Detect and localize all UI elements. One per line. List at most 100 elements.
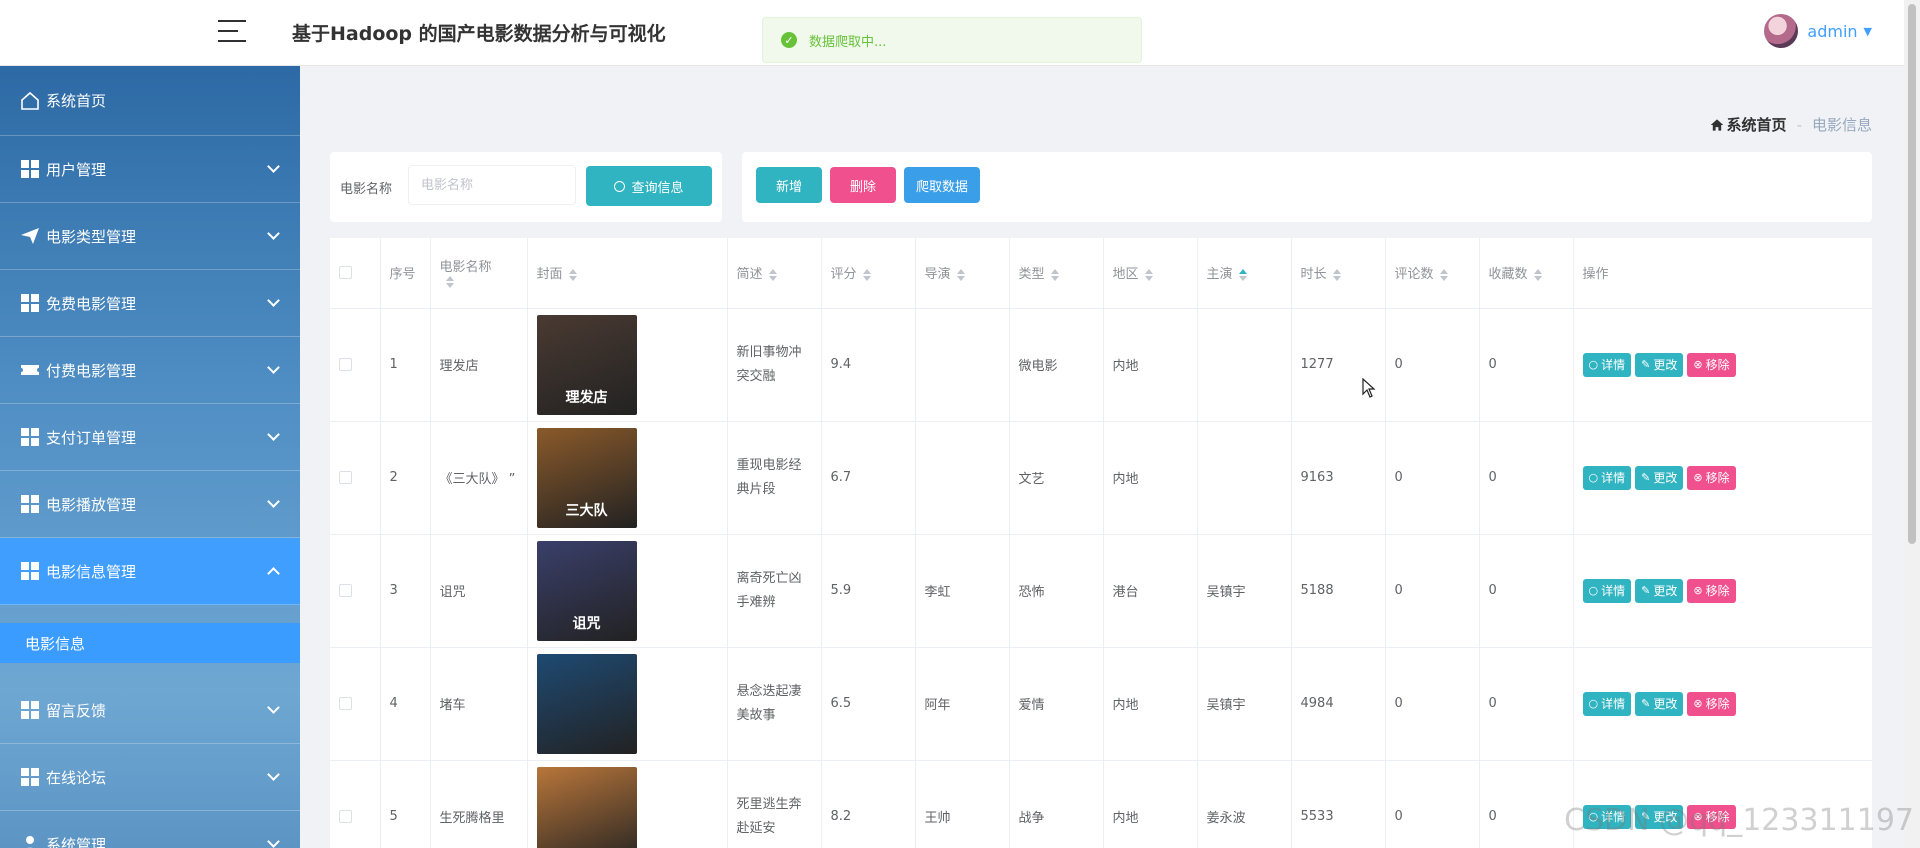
cell-cover: 诅咒 [527, 534, 728, 648]
detail-button[interactable]: ○ 详情 [1582, 578, 1632, 603]
row-checkbox[interactable] [339, 471, 352, 484]
remove-button[interactable]: ⊗ 移除 [1687, 352, 1736, 377]
close-circle-icon: ⊗ [1693, 358, 1703, 371]
edit-icon: ✎ [1641, 358, 1651, 371]
row-checkbox[interactable] [339, 358, 352, 371]
column-header[interactable]: 封面 [527, 238, 728, 309]
ticket-icon [20, 360, 40, 380]
cell-favorites: 0 [1479, 534, 1574, 648]
delete-button[interactable]: 删除 [830, 167, 896, 203]
sidebar-item-movie-types[interactable]: 电影类型管理 [0, 203, 300, 270]
row-checkbox[interactable] [339, 697, 352, 710]
column-header[interactable]: 类型 [1009, 238, 1104, 309]
detail-button[interactable]: ○ 详情 [1582, 352, 1632, 377]
column-header[interactable]: 导演 [915, 238, 1010, 309]
breadcrumb-current: 电影信息 [1811, 116, 1872, 134]
close-circle-icon: ⊗ [1693, 584, 1703, 597]
action-panel: 新增 删除 爬取数据 [742, 152, 1872, 222]
row-select-cell [330, 534, 381, 648]
column-header[interactable]: 电影名称 [430, 238, 528, 309]
user-menu[interactable]: admin ▼ [1764, 14, 1872, 48]
cover-caption: 三大队 [565, 502, 608, 519]
column-header[interactable]: 评论数 [1385, 238, 1480, 309]
select-all-checkbox[interactable] [339, 266, 352, 280]
chevron-up-icon [267, 567, 280, 580]
sidebar-item-orders[interactable]: 支付订单管理 [0, 404, 300, 471]
page-scrollbar[interactable] [1904, 0, 1920, 848]
row-checkbox[interactable] [339, 584, 352, 597]
detail-button[interactable]: ○ 详情 [1582, 465, 1632, 490]
sidebar-item-label: 支付订单管理 [46, 428, 137, 447]
cell-operations: ○ 详情 ✎ 更改 ⊗ 移除 [1573, 534, 1872, 648]
user-name[interactable]: admin [1807, 22, 1857, 41]
cell-director [915, 421, 1010, 535]
sort-icon [862, 268, 871, 281]
column-header[interactable]: 简述 [727, 238, 822, 309]
search-icon [614, 180, 626, 192]
edit-button[interactable]: ✎ 更改 [1635, 691, 1684, 716]
home-icon [1710, 118, 1723, 131]
menu-toggle-icon[interactable] [218, 20, 246, 44]
scrollbar-thumb[interactable] [1908, 4, 1916, 544]
column-header[interactable]: 主演 [1197, 238, 1292, 309]
search-icon: ○ [1588, 697, 1599, 710]
row-select-cell [330, 421, 381, 535]
remove-button[interactable]: ⊗ 移除 [1687, 465, 1736, 490]
column-header[interactable]: 评分 [821, 238, 916, 309]
sidebar-item-label: 系统首页 [46, 92, 107, 110]
sidebar-item-users[interactable]: 用户管理 [0, 136, 300, 203]
sidebar-item-forum[interactable]: 在线论坛 [0, 744, 300, 811]
cell-comments: 0 [1385, 421, 1480, 535]
cell-star [1197, 308, 1292, 422]
movie-cover-image[interactable] [536, 653, 637, 754]
sidebar-item-feedback[interactable]: 留言反馈 [0, 677, 300, 744]
column-header[interactable]: 地区 [1103, 238, 1198, 309]
check-circle-icon: ✓ [781, 32, 797, 48]
search-panel: 电影名称 查询信息 [330, 152, 722, 222]
cell-operations: ○ 详情 ✎ 更改 ⊗ 移除 [1573, 421, 1872, 535]
chevron-down-icon [267, 361, 280, 374]
cell-cover: 理发店 [527, 308, 728, 422]
column-header: 序号 [380, 238, 431, 309]
column-header[interactable]: 收藏数 [1479, 238, 1574, 309]
chevron-down-icon [267, 768, 280, 781]
cell-name: 堵车 [430, 647, 528, 761]
cell-duration: 5188 [1291, 534, 1386, 648]
row-select-cell [330, 760, 381, 848]
search-button[interactable]: 查询信息 [586, 166, 712, 206]
row-checkbox[interactable] [339, 810, 352, 823]
edit-button[interactable]: ✎ 更改 [1635, 578, 1684, 603]
sort-icon [1332, 268, 1341, 281]
crawl-data-button[interactable]: 爬取数据 [904, 167, 980, 203]
cell-score: 5.9 [821, 534, 916, 648]
edit-button[interactable]: ✎ 更改 [1635, 352, 1684, 377]
chevron-down-icon [267, 227, 280, 240]
remove-button[interactable]: ⊗ 移除 [1687, 578, 1736, 603]
sidebar-subitem-movie-info[interactable]: 电影信息 [0, 623, 300, 663]
table-header-row: 序号 电影名称 封面 简述 评分 导演 类型 地区 主演 时长 评论数 收藏数 … [330, 238, 1872, 309]
sidebar-item-home[interactable]: 系统首页 [0, 66, 300, 136]
breadcrumb-home[interactable]: 系统首页 [1710, 114, 1787, 135]
movie-cover-image[interactable] [536, 766, 637, 848]
detail-button[interactable]: ○ 详情 [1582, 691, 1632, 716]
breadcrumb-home-label[interactable]: 系统首页 [1727, 114, 1787, 135]
sidebar-item-playback[interactable]: 电影播放管理 [0, 471, 300, 538]
sidebar-item-system[interactable]: 系统管理 [0, 811, 300, 848]
add-button[interactable]: 新增 [756, 167, 822, 203]
cell-no: 3 [380, 534, 431, 648]
edit-button[interactable]: ✎ 更改 [1635, 465, 1684, 490]
remove-button[interactable]: ⊗ 移除 [1687, 691, 1736, 716]
movie-name-search-input[interactable] [408, 165, 576, 205]
column-header[interactable]: 时长 [1291, 238, 1386, 309]
sort-icon [1533, 268, 1542, 281]
sidebar-item-free-movies[interactable]: 免费电影管理 [0, 270, 300, 337]
home-icon [20, 91, 40, 111]
sidebar-item-movie-info[interactable]: 电影信息管理 [0, 538, 300, 605]
sidebar-item-paid-movies[interactable]: 付费电影管理 [0, 337, 300, 404]
movie-cover-image[interactable]: 三大队 [536, 427, 637, 528]
movie-cover-image[interactable]: 理发店 [536, 314, 637, 415]
table-row: 4 堵车 悬念迭起凄美故事 6.5 阿年 爱情 内地 吴镇宇 4984 0 0 … [330, 647, 1872, 761]
avatar[interactable] [1764, 14, 1799, 48]
caret-down-icon[interactable]: ▼ [1864, 25, 1872, 38]
movie-cover-image[interactable]: 诅咒 [536, 540, 637, 641]
